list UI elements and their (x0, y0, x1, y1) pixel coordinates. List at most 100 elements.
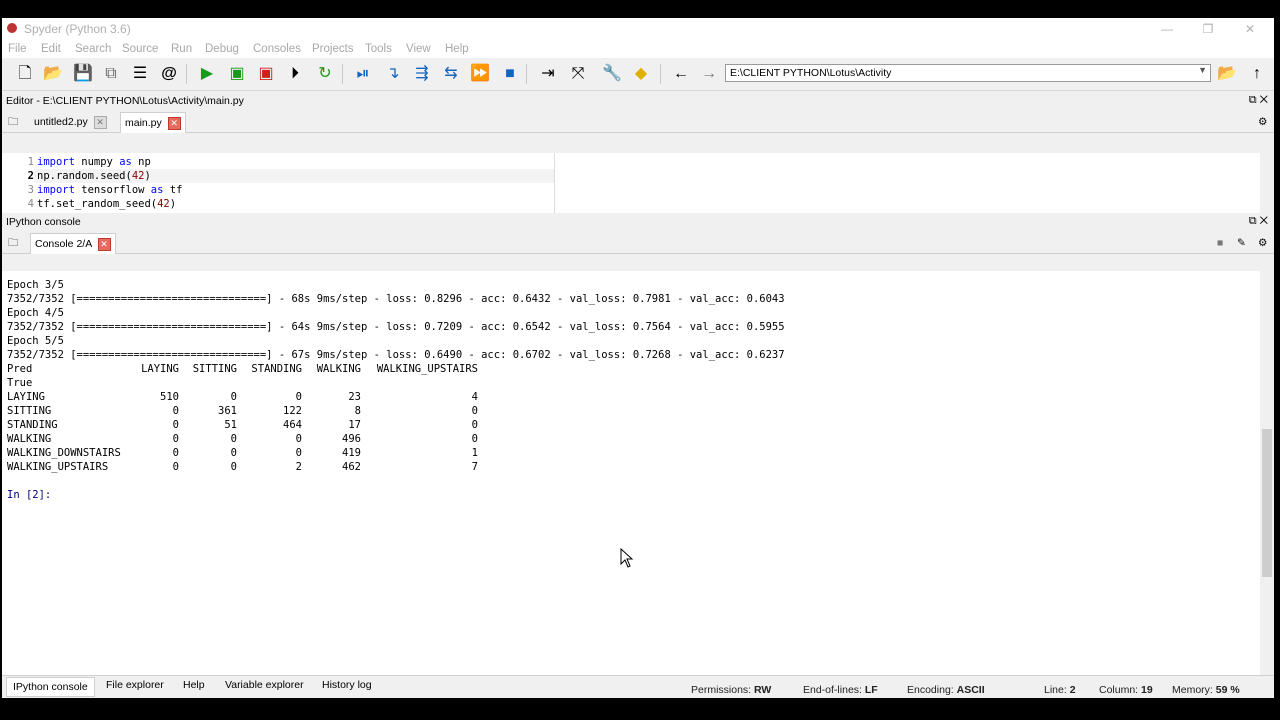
close-tab-icon[interactable]: ✕ (97, 237, 111, 251)
preferences-wrench-icon[interactable]: 🔧 (601, 63, 623, 85)
status-eol: End-of-lines: LF (803, 684, 878, 696)
back-arrow-icon[interactable]: ← (670, 63, 692, 85)
table-cell: WALKING_UPSTAIRS (376, 363, 478, 375)
console-prompt[interactable]: In [2]: (7, 488, 51, 502)
tab-main[interactable]: main.py ✕ (120, 112, 186, 133)
status-line: Line: 2 (1044, 684, 1076, 696)
table-cell: 1 (471, 447, 478, 459)
menu-tools[interactable]: Tools (365, 43, 392, 55)
code-line: import tensorflow as tf (37, 184, 183, 196)
menu-consoles[interactable]: Consoles (253, 43, 301, 55)
table-cell: 2 (295, 461, 302, 473)
table-cell: 0 (295, 391, 302, 403)
maximize-pane-icon[interactable]: ⇥ (537, 63, 559, 85)
console-output-line: Epoch 5/5 (7, 335, 64, 347)
menu-edit[interactable]: Edit (41, 43, 61, 55)
run-icon[interactable]: ▶ (196, 63, 218, 85)
step-icon[interactable]: ↴ (382, 63, 404, 85)
console-scrollbar[interactable] (1260, 271, 1274, 675)
table-cell: 361 (218, 405, 237, 417)
console-pane-title: IPython console (6, 216, 81, 228)
run-cell-icon[interactable]: ▣ (226, 63, 248, 85)
menu-file[interactable]: File (8, 43, 27, 55)
table-cell: 419 (342, 447, 361, 459)
open-file-icon[interactable]: 📂 (42, 63, 64, 85)
table-cell: 0 (471, 419, 478, 431)
pane-controls[interactable]: ⧉ ✕ (1249, 215, 1268, 228)
run-cell-advance-icon[interactable]: ▣ (255, 63, 277, 85)
working-directory-input[interactable]: E:\CLIENT PYTHON\Lotus\Activity ▼ (725, 64, 1211, 82)
ipython-console[interactable]: Epoch 3/5 7352/7352 [====================… (2, 271, 1260, 675)
tab-ipython-console[interactable]: IPython console (6, 677, 95, 697)
close-window-button[interactable]: ✕ (1235, 20, 1265, 38)
menu-debug[interactable]: Debug (205, 43, 239, 55)
table-cell: 51 (224, 419, 237, 431)
close-tab-icon[interactable]: ✕ (167, 116, 181, 130)
continue-icon[interactable]: ⏩ (469, 63, 491, 85)
stop-kernel-icon[interactable]: ■ (1213, 233, 1227, 253)
table-cell: WALKING_UPSTAIRS (7, 461, 109, 473)
editor-pane-header: Editor - E:\CLIENT PYTHON\Lotus\Activity… (2, 92, 1274, 110)
menu-search[interactable]: Search (75, 43, 111, 55)
tab-help[interactable]: Help (183, 679, 205, 691)
tab-file-explorer[interactable]: File explorer (106, 679, 164, 691)
list-icon[interactable]: ☰ (129, 63, 151, 85)
browse-tabs-icon[interactable]: 🗀 (4, 112, 23, 132)
at-icon[interactable]: @ (158, 63, 180, 85)
parent-directory-icon[interactable]: ↑ (1246, 63, 1268, 85)
table-cell: STANDING (7, 419, 58, 431)
table-cell: 0 (172, 461, 179, 473)
tab-console[interactable]: Console 2/A ✕ (30, 233, 116, 254)
line-number: 1 (27, 156, 34, 168)
stop-debug-icon[interactable]: ■ (499, 63, 521, 85)
code-line: import numpy as np (37, 156, 151, 168)
table-row: WALKING_UPSTAIRS 0 0 2 462 7 (7, 460, 527, 474)
table-cell: 0 (172, 433, 179, 445)
fullscreen-icon[interactable]: ⤧ (567, 63, 589, 85)
run-selection-icon[interactable]: ⏵ (284, 63, 306, 85)
save-all-icon[interactable]: ⧉ (100, 63, 122, 85)
minimize-button[interactable]: — (1152, 20, 1182, 38)
step-into-icon[interactable]: ⇶ (411, 63, 433, 85)
browse-folder-icon[interactable]: 📂 (1216, 63, 1238, 85)
python-path-icon[interactable]: ◆ (630, 63, 652, 85)
clear-console-icon[interactable]: ✎ (1233, 233, 1250, 253)
forward-arrow-icon[interactable]: → (698, 63, 720, 85)
console-output-line: 7352/7352 [=============================… (7, 293, 785, 305)
tab-history-log[interactable]: History log (322, 679, 372, 691)
console-tab-bar: 🗀 Console 2/A ✕ ■ ✎ ⚙ (2, 231, 1274, 254)
debug-icon[interactable]: ⏯ (352, 63, 374, 85)
pane-controls[interactable]: ⧉ ✕ (1249, 94, 1268, 107)
tab-variable-explorer[interactable]: Variable explorer (225, 679, 304, 691)
menu-view[interactable]: View (406, 43, 431, 55)
new-file-icon[interactable]: 🗋 (14, 63, 36, 85)
table-cell: 0 (230, 461, 237, 473)
spyder-logo-icon (7, 23, 17, 33)
menu-help[interactable]: Help (445, 43, 469, 55)
console-options-gear-icon[interactable]: ⚙ (1254, 233, 1271, 253)
save-file-icon[interactable]: 💾 (72, 63, 94, 85)
table-cell: LAYING (7, 391, 45, 403)
close-tab-icon[interactable]: ✕ (93, 115, 107, 129)
tab-untitled2[interactable]: untitled2.py ✕ (30, 112, 111, 132)
menu-projects[interactable]: Projects (312, 43, 354, 55)
table-cell: SITTING (7, 405, 52, 417)
rerun-icon[interactable]: ↻ (314, 63, 336, 85)
table-cell: 0 (471, 405, 478, 417)
chevron-down-icon[interactable]: ▼ (1198, 65, 1207, 75)
mouse-pointer-icon (620, 548, 634, 568)
browse-tabs-icon[interactable]: 🗀 (4, 233, 23, 253)
table-cell: LAYING (141, 363, 179, 375)
editor-options-gear-icon[interactable]: ⚙ (1254, 112, 1271, 132)
status-encoding: Encoding: ASCII (907, 684, 985, 696)
table-cell: 0 (295, 433, 302, 445)
console-scrollbar-thumb[interactable] (1262, 429, 1272, 577)
restore-button[interactable]: ❐ (1193, 20, 1223, 38)
title-bar: Spyder (Python 3.6) — ❐ ✕ (2, 18, 1274, 40)
menu-run[interactable]: Run (171, 43, 192, 55)
menu-source[interactable]: Source (122, 43, 158, 55)
table-index-row: True (7, 376, 527, 390)
step-return-icon[interactable]: ⇆ (440, 63, 462, 85)
table-cell: 0 (230, 447, 237, 459)
table-row: WALKING 0 0 0 496 0 (7, 432, 527, 446)
